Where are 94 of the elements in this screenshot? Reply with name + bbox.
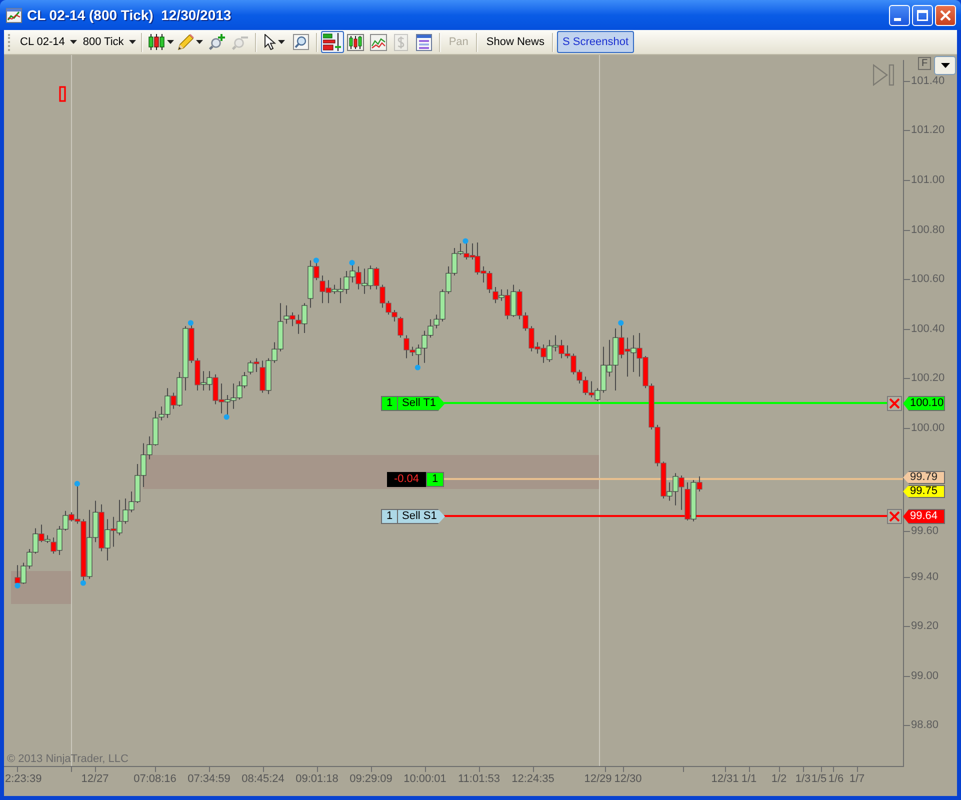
minimize-button[interactable] xyxy=(889,4,910,26)
time-axis-label: 1/7 xyxy=(849,773,865,786)
time-axis-label: 12:24:35 xyxy=(512,773,554,786)
cursor-icon xyxy=(264,34,276,50)
caret-icon xyxy=(278,40,286,44)
price-axis-label: 99.40 xyxy=(911,571,939,584)
price-axis-label: 100.60 xyxy=(911,273,945,286)
time-axis-label: 1/3 xyxy=(795,773,811,786)
position-price-tag: 99.79 xyxy=(903,471,945,484)
caret-icon xyxy=(940,63,950,68)
pnl-value: -0.04 xyxy=(387,472,426,487)
swing-dot-icon xyxy=(462,238,468,244)
caret-icon xyxy=(196,40,204,44)
price-axis-label: 98.80 xyxy=(911,719,939,732)
copyright-text: © 2013 NinjaTrader, LLC xyxy=(7,753,128,766)
time-axis-label: 12/29 xyxy=(584,773,612,786)
time-axis-label: 1/1 xyxy=(741,773,757,786)
grip-handle[interactable] xyxy=(8,34,11,50)
price-axis-label: 100.80 xyxy=(911,224,945,237)
bar-type-button[interactable] xyxy=(146,31,176,53)
time-axis-label: 12/30 xyxy=(614,773,642,786)
horizontal-bars-icon xyxy=(323,33,342,51)
price-axis-label: 101.40 xyxy=(911,75,945,88)
chart-window-icon xyxy=(6,8,22,22)
price-axis-label: 100.00 xyxy=(911,422,945,435)
drawing-tool-button[interactable] xyxy=(176,31,206,53)
time-axis-label: 07:34:59 xyxy=(188,773,230,786)
show-news-button[interactable]: Show News xyxy=(481,31,550,53)
order-name: Sell S1 xyxy=(401,510,437,523)
swing-dot-icon xyxy=(224,414,230,420)
caret-icon xyxy=(128,40,136,44)
time-axis-label: 1/2 xyxy=(771,773,787,786)
minimize-icon xyxy=(894,18,901,20)
candlestick-chart-icon xyxy=(346,34,364,50)
close-icon xyxy=(889,511,900,522)
chart-trader-button[interactable] xyxy=(320,31,344,53)
shaded-zone xyxy=(11,571,71,604)
swing-dot-icon xyxy=(80,580,86,586)
time-axis-label: 09:01:18 xyxy=(296,773,338,786)
order-name: Sell T1 xyxy=(401,397,436,410)
stop-order-tag[interactable]: 1 Sell S1 xyxy=(381,509,445,524)
caret-icon xyxy=(166,40,174,44)
price-axis-label: 99.00 xyxy=(911,670,939,683)
time-axis-label: 12/31 xyxy=(711,773,739,786)
swing-dot-icon xyxy=(414,364,420,370)
close-icon xyxy=(889,398,900,409)
time-axis-label: 07:08:16 xyxy=(134,773,176,786)
window-title: CL 02-14 (800 Tick) 12/30/2013 xyxy=(27,6,232,25)
window-icon xyxy=(416,34,432,50)
time-axis-label: 12/27 xyxy=(81,773,109,786)
price-axis-label: 99.60 xyxy=(911,525,939,538)
time-axis-label: 11:01:53 xyxy=(458,773,500,786)
target-order-tag[interactable]: 1 Sell T1 xyxy=(381,396,445,411)
swing-dot-icon xyxy=(14,582,20,588)
caret-icon xyxy=(70,40,77,44)
dollar-icon xyxy=(394,34,408,50)
time-axis-label: 10:00:01 xyxy=(404,773,446,786)
price-axis-label: 99.20 xyxy=(911,620,939,633)
panel-menu-button[interactable] xyxy=(934,56,956,75)
price-axis-label: 100.40 xyxy=(911,323,945,336)
rectangle-marker-icon xyxy=(59,86,66,102)
price-axis-label: 101.00 xyxy=(911,174,945,187)
instrument-dropdown[interactable]: CL 02-14 xyxy=(16,31,79,53)
maximize-icon xyxy=(917,10,928,20)
time-axis-label: 2:23:39 xyxy=(5,773,42,786)
close-button[interactable] xyxy=(935,4,956,26)
interval-dropdown[interactable]: 800 Tick xyxy=(78,31,138,53)
order-quantity: 1 xyxy=(382,510,398,523)
order-price-tag: 100.10 xyxy=(903,396,945,411)
price-axis-label: 101.20 xyxy=(911,124,945,137)
last-price-tag: 99.75 xyxy=(903,485,945,498)
zoom-out-icon xyxy=(232,34,248,50)
f-button[interactable]: F xyxy=(918,57,931,70)
order-quantity: 1 xyxy=(382,397,398,410)
zoom-in-icon xyxy=(209,34,226,50)
swing-dot-icon xyxy=(188,320,194,326)
time-axis-label: 1/6 xyxy=(828,773,844,786)
swing-dot-icon xyxy=(313,258,319,264)
price-axis-label: 100.20 xyxy=(911,372,945,385)
time-axis-label: 09:29:09 xyxy=(350,773,392,786)
time-axis-label: 1/5 xyxy=(811,773,827,786)
position-quantity: 1 xyxy=(426,472,444,487)
time-axis-label: 08:45:24 xyxy=(242,773,284,786)
order-price-tag: 99.64 xyxy=(903,509,945,524)
screenshot-button[interactable]: S Screenshot xyxy=(557,31,634,53)
swing-dot-icon xyxy=(618,320,624,326)
search-icon xyxy=(293,34,310,50)
line-chart-icon xyxy=(370,34,387,50)
candlestick-icon xyxy=(148,34,165,50)
swing-dot-icon xyxy=(349,260,355,266)
pencil-icon xyxy=(178,34,194,50)
swing-dot-icon xyxy=(74,480,80,486)
close-icon xyxy=(940,10,951,20)
maximize-button[interactable] xyxy=(912,4,933,26)
